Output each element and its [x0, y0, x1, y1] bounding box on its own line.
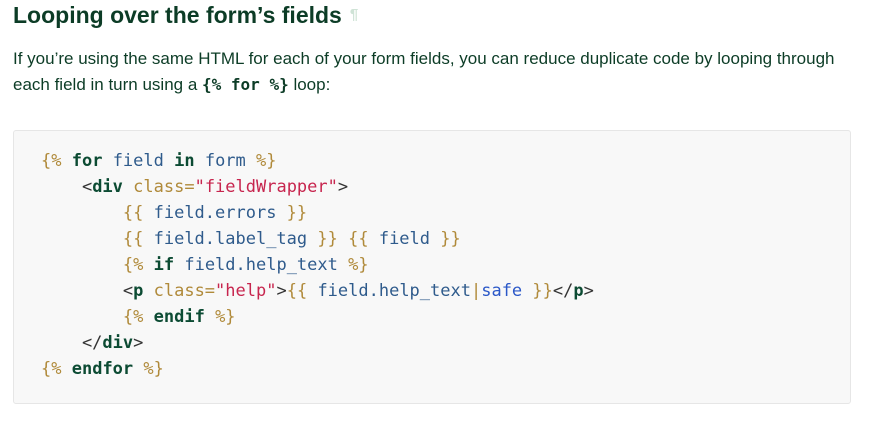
code-line: </div>: [41, 330, 594, 356]
code-line: {{ field.label_tag }} {{ field }}: [41, 226, 594, 252]
code-line: <div class="fieldWrapper">: [41, 174, 594, 200]
code-token-tag: }}: [317, 229, 338, 249]
code-token-kw: in: [174, 151, 195, 171]
permalink-pilcrow-icon[interactable]: ¶: [350, 6, 358, 23]
code-token-el: div: [102, 333, 134, 353]
code-token-str: "help": [215, 281, 277, 301]
code-token-attr: class=: [153, 281, 216, 301]
intro-text-before: If you’re using the same HTML for each o…: [13, 49, 835, 94]
code-token-tag: %}: [348, 255, 369, 275]
code-token-html: >: [276, 281, 287, 301]
code-token-html: >: [337, 177, 349, 197]
code-token-txt: field.help_text: [307, 281, 471, 301]
code-token-kw: endif: [153, 307, 205, 327]
code-token-el: div: [92, 177, 123, 197]
code-token-filter: safe: [481, 281, 523, 301]
code-token-html: <: [41, 281, 134, 301]
section-heading: Looping over the form’s fields ¶: [13, 1, 358, 29]
code-token-html: >: [133, 333, 144, 353]
code-token-html: <: [41, 177, 93, 197]
code-token-tag: |: [470, 281, 482, 301]
code-token-attr: class=: [133, 177, 195, 197]
code-token-tag: %}: [256, 151, 277, 171]
code-line: {% for field in form %}: [41, 148, 594, 174]
code-line: {% endif %}: [41, 304, 594, 330]
code-token-tag: }}: [440, 229, 461, 249]
code-token-tag: %}: [143, 359, 164, 379]
intro-paragraph: If you’re using the same HTML for each o…: [13, 46, 843, 98]
code-listing: {% for field in form %} <div class="fiel…: [41, 148, 594, 382]
code-token-tag: {%: [41, 151, 62, 171]
code-token-html: [123, 177, 133, 197]
inline-code-for-tag: {% for %}: [202, 75, 289, 94]
intro-text-after: loop:: [288, 75, 331, 94]
code-token-kw: if: [153, 255, 175, 275]
code-token-tag: {{: [348, 229, 369, 249]
code-token-txt: form: [194, 151, 257, 171]
code-block: {% for field in form %} <div class="fiel…: [13, 130, 851, 404]
code-token-el: p: [133, 281, 144, 301]
code-token-tag: %}: [215, 307, 236, 327]
code-token-kw: for: [71, 151, 103, 171]
code-token-html: >: [583, 281, 594, 301]
code-token-kw: endfor: [71, 359, 134, 379]
code-token-str: "fieldWrapper": [194, 177, 338, 197]
code-line: {{ field.errors }}: [41, 200, 594, 226]
code-token-txt: field.errors: [143, 203, 287, 223]
code-token-txt: field: [102, 151, 175, 171]
code-token-tag: }}: [532, 281, 553, 301]
code-token-txt: field.help_text: [174, 255, 349, 275]
code-token-tag: {{: [122, 229, 144, 249]
code-token-tag: {%: [122, 307, 144, 327]
code-line: {% endfor %}: [41, 356, 594, 382]
code-token-html: </: [552, 281, 574, 301]
code-token-tag: {{: [122, 203, 144, 223]
code-token-html: </: [41, 333, 103, 353]
code-token-txt: field.label_tag: [143, 229, 318, 249]
code-token-txt: field: [368, 229, 441, 249]
code-token-tag: {%: [122, 255, 144, 275]
code-line: {% if field.help_text %}: [41, 252, 594, 278]
section-heading-text: Looping over the form’s fields: [13, 2, 342, 28]
code-token-tag: }}: [286, 203, 308, 223]
code-token-tag: {{: [286, 281, 308, 301]
code-token-tag: {%: [41, 359, 62, 379]
code-token-html: [143, 281, 153, 301]
code-token-el: p: [573, 281, 584, 301]
code-line: <p class="help">{{ field.help_text|safe …: [41, 278, 594, 304]
